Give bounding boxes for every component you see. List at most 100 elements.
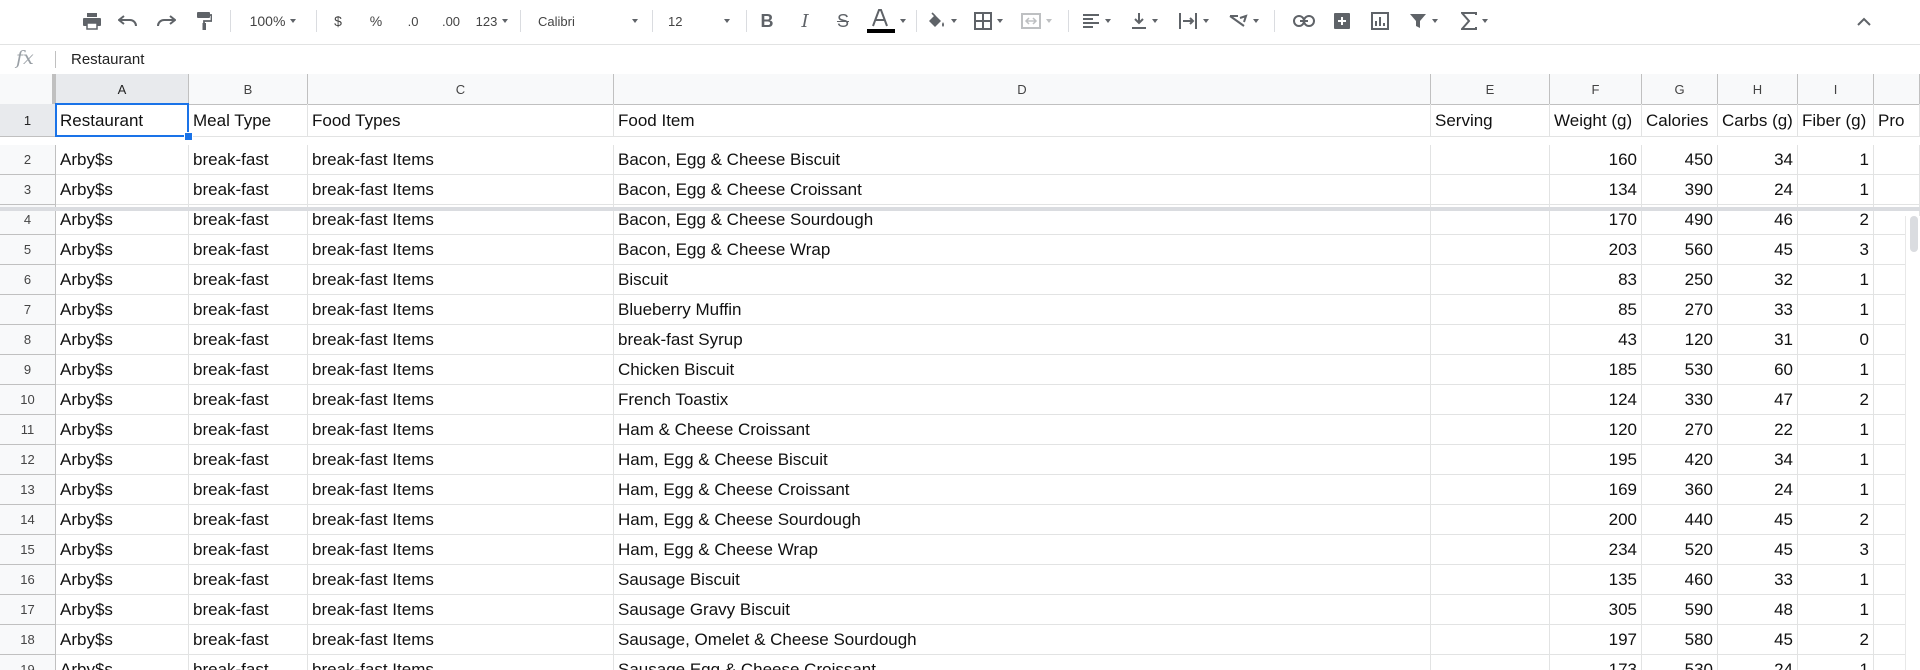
row-header[interactable]: 8	[0, 325, 56, 355]
table-cell[interactable]: break-fast	[189, 325, 308, 355]
table-cell[interactable]: break-fast Items	[308, 595, 614, 625]
table-cell[interactable]	[1431, 265, 1550, 295]
table-cell[interactable]: break-fast Items	[308, 145, 614, 175]
vertical-scrollbar[interactable]	[1905, 216, 1920, 670]
table-cell[interactable]: 1	[1798, 565, 1874, 595]
header-cell[interactable]: Food Item	[614, 104, 1431, 137]
table-cell[interactable]: 120	[1642, 325, 1718, 355]
undo-icon[interactable]	[114, 6, 142, 36]
table-cell[interactable]: 305	[1550, 595, 1642, 625]
table-cell[interactable]: break-fast Items	[308, 475, 614, 505]
table-cell[interactable]: 560	[1642, 235, 1718, 265]
table-cell[interactable]: Sausage Biscuit	[614, 565, 1431, 595]
table-cell[interactable]: break-fast Items	[308, 385, 614, 415]
table-cell[interactable]: break-fast	[189, 595, 308, 625]
column-header-b[interactable]: B	[189, 74, 308, 104]
decrease-decimals-button[interactable]: .0	[398, 6, 428, 36]
table-cell[interactable]: 1	[1798, 265, 1874, 295]
table-cell[interactable]	[1874, 145, 1920, 175]
table-cell[interactable]: Ham & Cheese Croissant	[614, 415, 1431, 445]
table-cell[interactable]: Arby$s	[56, 625, 189, 655]
scrollbar-thumb[interactable]	[1910, 216, 1918, 252]
header-cell[interactable]: Fiber (g)	[1798, 104, 1874, 137]
table-cell[interactable]: French Toastix	[614, 385, 1431, 415]
table-cell[interactable]: 32	[1718, 265, 1798, 295]
table-cell[interactable]: break-fast Items	[308, 295, 614, 325]
table-cell[interactable]: break-fast	[189, 445, 308, 475]
row-header[interactable]: 7	[0, 295, 56, 325]
row-header[interactable]: 11	[0, 415, 56, 445]
paint-format-icon[interactable]	[190, 6, 218, 36]
table-cell[interactable]	[1431, 325, 1550, 355]
table-cell[interactable]: 34	[1718, 145, 1798, 175]
table-cell[interactable]: 120	[1550, 415, 1642, 445]
table-cell[interactable]: Arby$s	[56, 475, 189, 505]
table-cell[interactable]: 530	[1642, 355, 1718, 385]
row-header[interactable]: 14	[0, 505, 56, 535]
row-header[interactable]: 10	[0, 385, 56, 415]
table-cell[interactable]: 60	[1718, 355, 1798, 385]
table-cell[interactable]: 2	[1798, 625, 1874, 655]
vertical-align-icon[interactable]	[1124, 6, 1164, 36]
table-cell[interactable]: 24	[1718, 475, 1798, 505]
table-cell[interactable]: Sausage Gravy Biscuit	[614, 595, 1431, 625]
table-cell[interactable]: Arby$s	[56, 265, 189, 295]
table-cell[interactable]: 48	[1718, 595, 1798, 625]
header-cell[interactable]: Food Types	[308, 104, 614, 137]
column-header-g[interactable]: G	[1642, 74, 1718, 104]
table-cell[interactable]	[1431, 655, 1550, 670]
table-cell[interactable]: 45	[1718, 535, 1798, 565]
table-cell[interactable]: 169	[1550, 475, 1642, 505]
table-cell[interactable]: 450	[1642, 145, 1718, 175]
insert-chart-icon[interactable]	[1366, 6, 1394, 36]
table-cell[interactable]: 2	[1798, 385, 1874, 415]
table-cell[interactable]: 270	[1642, 415, 1718, 445]
table-cell[interactable]: Chicken Biscuit	[614, 355, 1431, 385]
table-cell[interactable]	[1431, 475, 1550, 505]
table-cell[interactable]: Arby$s	[56, 145, 189, 175]
table-cell[interactable]: break-fast	[189, 355, 308, 385]
table-cell[interactable]: break-fast Items	[308, 505, 614, 535]
strikethrough-button[interactable]: S	[830, 6, 856, 36]
table-cell[interactable]: 250	[1642, 265, 1718, 295]
table-cell[interactable]	[1431, 175, 1550, 205]
table-cell[interactable]	[1431, 505, 1550, 535]
table-cell[interactable]: 24	[1718, 175, 1798, 205]
font-size-select[interactable]: 12	[662, 6, 736, 36]
table-cell[interactable]: Bacon, Egg & Cheese Biscuit	[614, 145, 1431, 175]
header-cell[interactable]: Pro	[1874, 104, 1920, 137]
column-header-a[interactable]: A	[56, 74, 189, 104]
table-cell[interactable]: break-fast	[189, 535, 308, 565]
table-cell[interactable]: break-fast Items	[308, 565, 614, 595]
table-cell[interactable]: 185	[1550, 355, 1642, 385]
table-cell[interactable]: break-fast	[189, 385, 308, 415]
table-cell[interactable]: 520	[1642, 535, 1718, 565]
table-cell[interactable]: 390	[1642, 175, 1718, 205]
table-cell[interactable]: 440	[1642, 505, 1718, 535]
header-cell[interactable]: Serving	[1431, 104, 1550, 137]
table-cell[interactable]: 45	[1718, 235, 1798, 265]
collapse-toolbar-icon[interactable]	[1850, 6, 1878, 36]
table-cell[interactable]	[1431, 445, 1550, 475]
table-cell[interactable]	[1874, 175, 1920, 205]
functions-icon[interactable]	[1454, 6, 1494, 36]
italic-button[interactable]: I	[792, 6, 818, 36]
row-header[interactable]: 18	[0, 625, 56, 655]
more-formats-button[interactable]: 123	[472, 6, 512, 36]
row-header[interactable]: 19	[0, 655, 56, 670]
print-icon[interactable]	[78, 6, 106, 36]
table-cell[interactable]: 195	[1550, 445, 1642, 475]
table-cell[interactable]	[1431, 235, 1550, 265]
table-cell[interactable]: Ham, Egg & Cheese Sourdough	[614, 505, 1431, 535]
table-cell[interactable]: 330	[1642, 385, 1718, 415]
column-header-h[interactable]: H	[1718, 74, 1798, 104]
zoom-select[interactable]: 100%	[240, 6, 306, 36]
table-cell[interactable]: 3	[1798, 235, 1874, 265]
table-cell[interactable]: break-fast	[189, 265, 308, 295]
insert-link-icon[interactable]	[1290, 6, 1318, 36]
row-header[interactable]: 17	[0, 595, 56, 625]
table-cell[interactable]: Arby$s	[56, 595, 189, 625]
formula-input[interactable]: Restaurant	[71, 51, 144, 68]
column-header-c[interactable]: C	[308, 74, 614, 104]
table-cell[interactable]	[1431, 355, 1550, 385]
